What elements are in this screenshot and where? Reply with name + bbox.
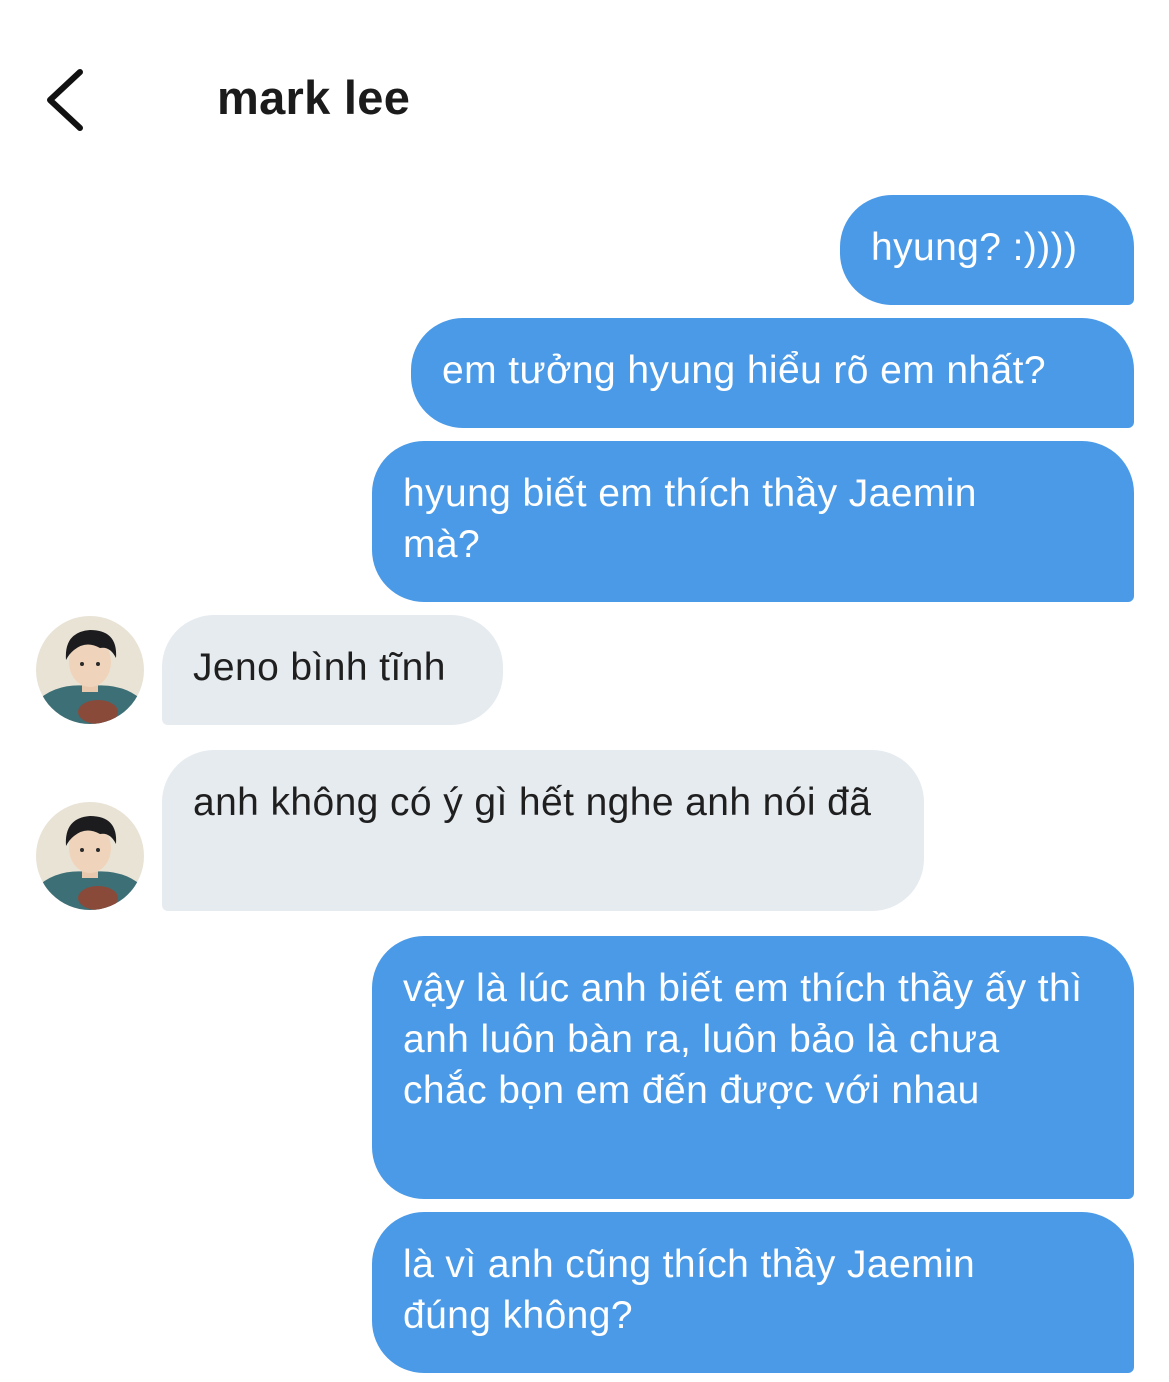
message-text: là vì anh cũng thích thầy Jaemin đúng kh…: [403, 1243, 976, 1337]
message-text: hyung? :)))): [871, 226, 1078, 269]
message-bubble-outgoing[interactable]: em tưởng hyung hiểu rõ em nhất?: [411, 318, 1134, 428]
contact-photo: [36, 802, 144, 910]
message-text: vậy là lúc anh biết em thích thầy ấy thì…: [403, 967, 1083, 1112]
message-bubble-outgoing[interactable]: vậy là lúc anh biết em thích thầy ấy thì…: [372, 936, 1134, 1199]
back-button[interactable]: [38, 64, 94, 136]
avatar[interactable]: [36, 616, 144, 724]
contact-name: mark lee: [217, 71, 411, 124]
avatar[interactable]: [36, 802, 144, 910]
message-bubble-outgoing[interactable]: hyung? :)))): [840, 195, 1134, 305]
contact-photo: [36, 616, 144, 724]
message-bubble-outgoing[interactable]: hyung biết em thích thầy Jaemin mà?: [372, 441, 1134, 602]
message-text: em tưởng hyung hiểu rõ em nhất?: [442, 349, 1046, 392]
chevron-left-icon: [47, 69, 83, 131]
message-text: Jeno bình tĩnh: [193, 646, 446, 689]
message-bubble-outgoing[interactable]: là vì anh cũng thích thầy Jaemin đúng kh…: [372, 1212, 1134, 1373]
chat-header: mark lee: [0, 0, 1169, 170]
message-bubble-incoming[interactable]: anh không có ý gì hết nghe anh nói đã: [162, 750, 924, 911]
message-text: anh không có ý gì hết nghe anh nói đã: [193, 781, 872, 824]
message-text: hyung biết em thích thầy Jaemin mà?: [403, 472, 977, 566]
message-bubble-incoming[interactable]: Jeno bình tĩnh: [162, 615, 503, 725]
